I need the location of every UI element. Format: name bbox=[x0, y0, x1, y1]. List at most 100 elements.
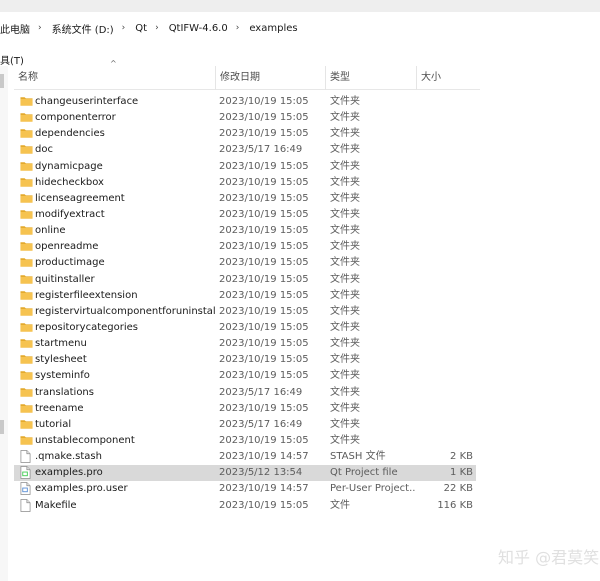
file-size bbox=[416, 142, 473, 158]
file-row[interactable]: Makefile 2023/10/19 15:05 文件 116 KB bbox=[14, 498, 476, 514]
file-modified-date: 2023/10/19 15:05 bbox=[219, 338, 309, 350]
file-row[interactable]: productimage 2023/10/19 15:05 文件夹 bbox=[14, 255, 476, 271]
file-modified-date: 2023/10/19 14:57 bbox=[219, 483, 309, 495]
chevron-right-icon: › bbox=[121, 23, 126, 33]
file-row[interactable]: doc 2023/5/17 16:49 文件夹 bbox=[14, 142, 476, 158]
file-modified-date: 2023/10/19 15:05 bbox=[219, 402, 309, 414]
file-size: 1 KB bbox=[450, 467, 473, 479]
column-header-name-label: 名称 bbox=[18, 72, 38, 83]
breadcrumb-item-examples[interactable]: examples bbox=[249, 23, 297, 34]
file-name: doc bbox=[35, 144, 53, 156]
file-type: Qt Project file bbox=[330, 467, 398, 479]
file-row[interactable]: licenseagreement 2023/10/19 15:05 文件夹 bbox=[14, 191, 476, 207]
file-type: Per-User Project... bbox=[330, 483, 416, 495]
file-size bbox=[416, 272, 473, 288]
file-row[interactable]: online 2023/10/19 15:05 文件夹 bbox=[14, 223, 476, 239]
file-modified-date: 2023/5/17 16:49 bbox=[219, 144, 303, 156]
file-modified-date: 2023/10/19 15:05 bbox=[219, 192, 309, 204]
file-name: dependencies bbox=[35, 128, 105, 140]
file-modified-date: 2023/10/19 15:05 bbox=[219, 305, 309, 317]
file-size bbox=[416, 223, 473, 239]
file-size bbox=[416, 336, 473, 352]
file-modified-date: 2023/10/19 15:05 bbox=[219, 241, 309, 253]
breadcrumb-item-qtifw[interactable]: QtIFW-4.6.0 bbox=[169, 23, 228, 34]
folder-icon bbox=[20, 111, 33, 125]
file-row[interactable]: dependencies 2023/10/19 15:05 文件夹 bbox=[14, 126, 476, 142]
folder-icon bbox=[20, 127, 33, 141]
file-row[interactable]: examples.pro 2023/5/12 13:54 Qt Project fi… bbox=[14, 465, 476, 482]
file-modified-date: 2023/5/17 16:49 bbox=[219, 386, 303, 398]
watermark: 知乎 @君莫笑 bbox=[498, 548, 600, 567]
column-header-row: ^ 名称 修改日期 类型 大小 bbox=[14, 59, 480, 90]
breadcrumb[interactable]: 此电脑 › 系统文件 (D:) › Qt › QtIFW-4.6.0 › exa… bbox=[0, 14, 600, 42]
file-row[interactable]: modifyextract 2023/10/19 15:05 文件夹 bbox=[14, 207, 476, 223]
file-modified-date: 2023/10/19 15:05 bbox=[219, 96, 309, 107]
window-top-band bbox=[0, 0, 600, 12]
file-row[interactable]: translations 2023/5/17 16:49 文件夹 bbox=[14, 385, 476, 401]
file-modified-date: 2023/10/19 15:05 bbox=[219, 370, 309, 382]
file-name: treename bbox=[35, 402, 84, 414]
file-row[interactable]: examples.pro.user 2023/10/19 14:57 Per-Use… bbox=[14, 481, 476, 497]
file-name: modifyextract bbox=[35, 208, 105, 220]
file-row[interactable]: .qmake.stash 2023/10/19 14:57 STASH 文件 2 KB bbox=[14, 449, 476, 465]
file-row[interactable]: treename 2023/10/19 15:05 文件夹 bbox=[14, 401, 476, 417]
folder-icon bbox=[20, 176, 33, 190]
file-row[interactable]: registerfileextension 2023/10/19 15:05 文件夹 bbox=[14, 288, 476, 304]
file-name: productimage bbox=[35, 257, 105, 269]
file-type: 文件夹 bbox=[330, 386, 360, 398]
file-row[interactable]: hidecheckbox 2023/10/19 15:05 文件夹 bbox=[14, 175, 476, 191]
file-modified-date: 2023/10/19 15:05 bbox=[219, 273, 309, 285]
file-name: hidecheckbox bbox=[35, 176, 104, 188]
folder-icon bbox=[20, 192, 33, 206]
breadcrumb-item-qt[interactable]: Qt bbox=[135, 23, 147, 34]
file-row[interactable]: startmenu 2023/10/19 15:05 文件夹 bbox=[14, 336, 476, 352]
folder-icon bbox=[20, 418, 33, 432]
file-modified-date: 2023/10/19 15:05 bbox=[219, 208, 309, 220]
file-row[interactable]: systeminfo 2023/10/19 15:05 文件夹 bbox=[14, 368, 476, 384]
navigation-pane-marker bbox=[0, 420, 4, 434]
file-name: licenseagreement bbox=[35, 192, 125, 204]
file-row[interactable]: repositorycategories 2023/10/19 15:05 文件夹 bbox=[14, 320, 476, 336]
file-type: 文件夹 bbox=[330, 241, 360, 253]
file-row[interactable]: openreadme 2023/10/19 15:05 文件夹 bbox=[14, 239, 476, 255]
file-list: changeuserinterface 2023/10/19 15:05 文件夹 co… bbox=[14, 94, 480, 514]
file-row[interactable]: changeuserinterface 2023/10/19 15:05 文件夹 bbox=[14, 94, 476, 110]
column-header-size[interactable]: 大小 bbox=[416, 66, 480, 90]
file-row[interactable]: componenterror 2023/10/19 15:05 文件夹 bbox=[14, 110, 476, 126]
file-type: 文件夹 bbox=[330, 192, 360, 204]
file-modified-date: 2023/10/19 15:05 bbox=[219, 257, 309, 269]
file-icon bbox=[20, 498, 33, 513]
breadcrumb-item-this-pc[interactable]: 此电脑 bbox=[0, 21, 30, 36]
folder-icon bbox=[20, 434, 33, 448]
file-size bbox=[416, 239, 473, 255]
folder-icon bbox=[20, 208, 33, 222]
menu-item-tools[interactable]: 具(T) bbox=[0, 52, 24, 67]
column-header-type[interactable]: 类型 bbox=[325, 66, 416, 90]
file-row[interactable]: registervirtualcomponentforuninstall 2023… bbox=[14, 304, 476, 320]
file-type: 文件夹 bbox=[330, 144, 360, 156]
file-row[interactable]: stylesheet 2023/10/19 15:05 文件夹 bbox=[14, 352, 476, 368]
folder-icon bbox=[20, 402, 33, 416]
column-header-name[interactable]: ^ 名称 bbox=[14, 59, 215, 90]
file-type: 文件夹 bbox=[330, 160, 360, 172]
file-row[interactable]: dynamicpage 2023/10/19 15:05 文件夹 bbox=[14, 159, 476, 175]
breadcrumb-item-drive[interactable]: 系统文件 (D:) bbox=[52, 21, 114, 36]
file-modified-date: 2023/10/19 15:05 bbox=[219, 321, 309, 333]
folder-icon bbox=[20, 256, 33, 270]
file-size bbox=[416, 159, 473, 175]
file-size bbox=[416, 191, 473, 207]
file-size bbox=[416, 401, 473, 417]
file-row[interactable]: tutorial 2023/5/17 16:49 文件夹 bbox=[14, 417, 476, 433]
file-modified-date: 2023/10/19 15:05 bbox=[219, 354, 309, 366]
file-size: 2 KB bbox=[450, 451, 473, 463]
column-header-date[interactable]: 修改日期 bbox=[215, 66, 325, 90]
file-modified-date: 2023/5/12 13:54 bbox=[219, 467, 303, 479]
file-type: 文件 bbox=[330, 499, 350, 511]
folder-icon bbox=[20, 386, 33, 400]
file-type: 文件夹 bbox=[330, 257, 360, 269]
navigation-pane-edge[interactable] bbox=[0, 66, 8, 581]
file-name: examples.pro bbox=[35, 467, 103, 479]
folder-icon bbox=[20, 240, 33, 254]
file-row[interactable]: unstablecomponent 2023/10/19 15:05 文件夹 bbox=[14, 433, 476, 449]
file-row[interactable]: quitinstaller 2023/10/19 15:05 文件夹 bbox=[14, 272, 476, 288]
